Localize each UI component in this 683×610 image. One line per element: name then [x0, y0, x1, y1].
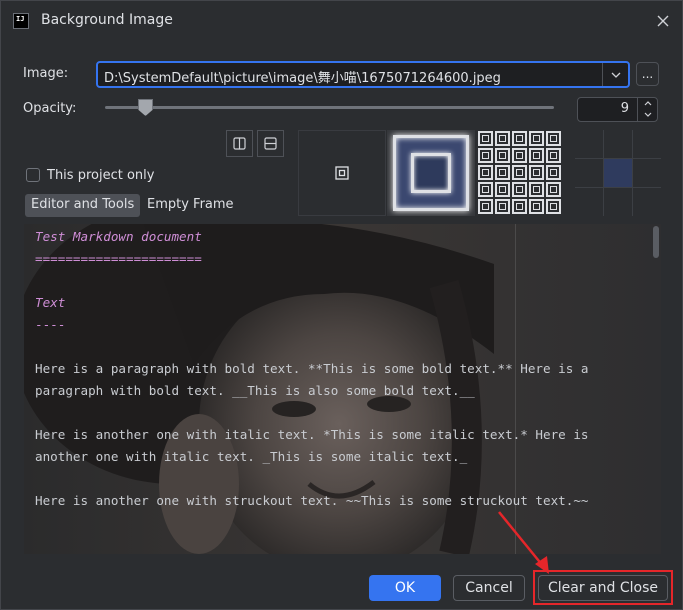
opacity-slider-track[interactable]: [105, 106, 554, 109]
tile-cell: [529, 199, 544, 214]
spinner-arrows: [637, 98, 657, 121]
image-path-value[interactable]: D:\SystemDefault\picture\image\舞小喵\16750…: [104, 67, 501, 86]
tile-cell: [546, 131, 561, 146]
anchor-center[interactable]: [604, 159, 632, 187]
tile-cell: [529, 148, 544, 163]
preview-scrollbar[interactable]: [651, 224, 661, 554]
preview-line: Here is another one with struckout text.…: [35, 493, 589, 508]
tile-cell: [495, 165, 510, 180]
chevron-up-icon: [644, 101, 652, 106]
title-bar: IJ Background Image: [1, 1, 682, 41]
opacity-label: Opacity:: [23, 101, 77, 116]
preview-line: Here is a paragraph with bold text. **Th…: [35, 361, 589, 376]
flip-horizontal-icon: [233, 137, 246, 150]
spinner-decrement-button[interactable]: [638, 109, 658, 120]
image-label: Image:: [23, 66, 69, 81]
close-button[interactable]: [652, 10, 674, 32]
preview-line: Text: [35, 295, 66, 310]
fill-plain-option[interactable]: [298, 130, 386, 216]
cancel-button[interactable]: Cancel: [453, 575, 525, 601]
tab-empty-frame[interactable]: Empty Frame: [141, 194, 240, 217]
tile-cell: [478, 182, 493, 197]
preview-line: paragraph with bold text. __This is also…: [35, 383, 475, 398]
scrollbar-thumb[interactable]: [653, 226, 659, 258]
spinner-increment-button[interactable]: [638, 98, 658, 109]
opacity-spinner[interactable]: 9: [577, 97, 658, 122]
anchor-top-left[interactable]: [575, 130, 603, 158]
tile-cell: [478, 131, 493, 146]
preview-line: [35, 336, 589, 358]
fill-scale-option[interactable]: [387, 130, 475, 216]
preview-line: [35, 468, 589, 490]
preview-line: Test Markdown document: [35, 229, 202, 244]
tile-cell: [478, 165, 493, 180]
preview-line: another one with italic text. _This is s…: [35, 449, 468, 464]
tile-cell: [495, 148, 510, 163]
tile-cell: [512, 165, 527, 180]
tile-cell: [478, 148, 493, 163]
tile-cell: [546, 165, 561, 180]
preview-line: ======================: [35, 251, 202, 266]
image-history-dropdown[interactable]: [602, 63, 628, 86]
this-project-only-label[interactable]: This project only: [47, 168, 154, 183]
anchor-top[interactable]: [604, 130, 632, 158]
editor-preview: Test Markdown document ==================…: [24, 224, 661, 554]
chevron-down-icon: [644, 112, 652, 117]
opacity-slider-thumb[interactable]: [138, 99, 153, 116]
anchor-bottom[interactable]: [604, 188, 632, 216]
tile-cell: [478, 199, 493, 214]
plain-fill-icon: [335, 166, 349, 180]
tab-editor-and-tools[interactable]: Editor and Tools: [25, 194, 141, 217]
browse-button[interactable]: ...: [636, 62, 659, 86]
flip-vertical-icon: [264, 137, 277, 150]
tile-cell: [512, 131, 527, 146]
tile-cell: [495, 131, 510, 146]
anchor-top-right[interactable]: [633, 130, 661, 158]
anchor-left[interactable]: [575, 159, 603, 187]
preview-line: ----: [35, 317, 66, 332]
preview-line: [35, 402, 589, 424]
background-image-dialog: IJ Background Image Image: D:\SystemDefa…: [0, 0, 683, 610]
close-icon: [657, 15, 669, 27]
scale-fill-icon: [393, 135, 469, 211]
tile-cell: [512, 148, 527, 163]
tile-cell: [529, 165, 544, 180]
tile-cell: [495, 199, 510, 214]
clear-and-close-button[interactable]: Clear and Close: [538, 575, 668, 601]
tile-cell: [546, 182, 561, 197]
tile-cell: [512, 182, 527, 197]
tile-cell: [546, 199, 561, 214]
chevron-down-icon: [611, 72, 620, 78]
anchor-right[interactable]: [633, 159, 661, 187]
preview-line: [35, 270, 589, 292]
flip-vertical-button[interactable]: [257, 130, 284, 157]
anchor-bottom-left[interactable]: [575, 188, 603, 216]
tile-cell: [529, 131, 544, 146]
tile-cell: [529, 182, 544, 197]
anchor-grid: [575, 130, 661, 216]
anchor-bottom-right[interactable]: [633, 188, 661, 216]
ok-button[interactable]: OK: [369, 575, 441, 601]
opacity-value[interactable]: 9: [621, 101, 629, 116]
flip-horizontal-button[interactable]: [226, 130, 253, 157]
fill-tile-option[interactable]: [477, 130, 563, 216]
dialog-title: Background Image: [41, 12, 173, 28]
image-path-combobox[interactable]: D:\SystemDefault\picture\image\舞小喵\16750…: [96, 61, 630, 88]
intellij-app-icon: IJ: [13, 13, 29, 29]
preview-line: Here is another one with italic text. *T…: [35, 427, 589, 442]
markdown-sample: Test Markdown document ==================…: [35, 226, 589, 512]
this-project-only-checkbox[interactable]: [26, 168, 40, 182]
tile-cell: [546, 148, 561, 163]
tile-cell: [495, 182, 510, 197]
tile-cell: [512, 199, 527, 214]
